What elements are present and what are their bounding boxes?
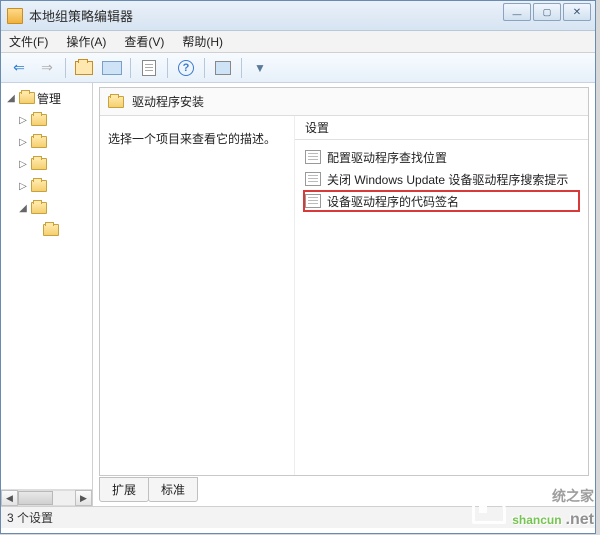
watermark: 统之家 shancun.net [472,496,594,529]
settings-column: 设置 配置驱动程序查找位置 关闭 Windows Update 设备驱动程序搜索… [295,116,588,475]
description-column: 选择一个项目来查看它的描述。 [100,116,295,475]
tree-node[interactable]: ▷ [5,109,92,131]
scrollbar-thumb[interactable] [18,491,53,505]
detail-title: 驱动程序安装 [132,93,204,110]
expand-icon[interactable]: ▷ [17,115,29,126]
folder-icon [31,136,47,148]
show-tree-button[interactable] [100,56,124,80]
separator [241,58,242,78]
setting-item[interactable]: 关闭 Windows Update 设备驱动程序搜索提示 [303,168,580,190]
scroll-left-button[interactable]: ◀ [1,490,18,506]
scrollbar-track[interactable] [18,490,75,506]
folder-icon [108,96,124,108]
app-icon [7,8,23,24]
minimize-button[interactable] [503,3,531,21]
folder-icon [75,61,93,75]
description-text: 选择一个项目来查看它的描述。 [108,132,276,146]
setting-item-highlighted[interactable]: 设备驱动程序的代码签名 [303,190,580,212]
setting-item[interactable]: 配置驱动程序查找位置 [303,146,580,168]
toolbar: ⇐ ⇒ ? ▼ [1,53,595,83]
properties-button[interactable] [211,56,235,80]
tree-pane: ◢ 管理 ▷ ▷ ▷ ▷ ◢ ◀ ▶ [1,83,93,506]
separator [167,58,168,78]
tab-standard[interactable]: 标准 [148,477,198,502]
menu-help[interactable]: 帮助(H) [178,31,227,52]
watermark-icon [472,496,506,524]
filter-button[interactable]: ▼ [248,56,272,80]
folder-icon [43,224,59,236]
policy-icon [305,194,321,208]
menu-action[interactable]: 操作(A) [62,31,110,52]
folder-icon [19,92,35,104]
detail-header: 驱动程序安装 [100,88,588,116]
window-title: 本地组策略编辑器 [29,6,133,25]
watermark-suffix: .net [566,511,594,529]
watermark-text: shancun [512,513,561,527]
setting-label: 关闭 Windows Update 设备驱动程序搜索提示 [327,171,568,188]
help-button[interactable]: ? [174,56,198,80]
back-button[interactable]: ⇐ [7,56,31,80]
panes-icon [102,61,122,75]
tree-node[interactable]: ▷ [5,175,92,197]
column-header-label: 设置 [305,119,329,136]
tree-node[interactable]: ▷ [5,131,92,153]
menubar: 文件(F) 操作(A) 查看(V) 帮助(H) [1,31,595,53]
expand-icon[interactable]: ▷ [17,181,29,192]
client-area: ◢ 管理 ▷ ▷ ▷ ▷ ◢ ◀ ▶ 驱动程序安装 [1,83,595,506]
separator [204,58,205,78]
watermark-cn: 统之家 [552,486,594,506]
separator [130,58,131,78]
window-controls [503,3,591,21]
view-tabs: 扩展 标准 [99,477,197,502]
policy-icon [305,150,321,164]
horizontal-scrollbar[interactable]: ◀ ▶ [1,489,92,506]
tree-node[interactable]: ▷ [5,153,92,175]
properties-icon [215,61,231,75]
collapse-icon[interactable]: ◢ [5,93,17,104]
arrow-left-icon: ⇐ [13,59,25,76]
filter-icon: ▼ [253,61,267,75]
expand-icon[interactable]: ▷ [17,137,29,148]
collapse-icon[interactable]: ◢ [17,203,29,214]
content-split: 选择一个项目来查看它的描述。 设置 配置驱动程序查找位置 [100,116,588,475]
scroll-right-button[interactable]: ▶ [75,490,92,506]
setting-label: 配置驱动程序查找位置 [327,149,447,166]
titlebar[interactable]: 本地组策略编辑器 [1,1,595,31]
folder-icon [31,114,47,126]
help-icon: ? [178,60,194,76]
maximize-button[interactable] [533,3,561,21]
folder-icon [31,180,47,192]
column-header[interactable]: 设置 [295,116,588,140]
detail-pane: 驱动程序安装 选择一个项目来查看它的描述。 设置 配置驱动程序查找位置 [93,83,595,506]
detail-inner: 驱动程序安装 选择一个项目来查看它的描述。 设置 配置驱动程序查找位置 [99,87,589,476]
menu-view[interactable]: 查看(V) [120,31,168,52]
setting-label: 设备驱动程序的代码签名 [327,193,459,210]
up-folder-button[interactable] [72,56,96,80]
policy-icon [305,172,321,186]
app-window: 本地组策略编辑器 文件(F) 操作(A) 查看(V) 帮助(H) ⇐ ⇒ ? ▼ [0,0,596,534]
folder-icon [31,202,47,214]
tree-root[interactable]: ◢ 管理 [5,87,92,109]
settings-list: 配置驱动程序查找位置 关闭 Windows Update 设备驱动程序搜索提示 … [295,140,588,218]
sheet-icon [142,60,156,76]
tree: ◢ 管理 ▷ ▷ ▷ ▷ ◢ [1,83,92,241]
expand-icon[interactable]: ▷ [17,159,29,170]
tab-extended[interactable]: 扩展 [99,477,149,502]
menu-file[interactable]: 文件(F) [5,31,52,52]
folder-icon [31,158,47,170]
close-button[interactable] [563,3,591,21]
forward-button: ⇒ [35,56,59,80]
export-button[interactable] [137,56,161,80]
status-text: 3 个设置 [7,509,53,526]
arrow-right-icon: ⇒ [41,59,53,76]
tree-node[interactable] [5,219,92,241]
tree-node[interactable]: ◢ [5,197,92,219]
separator [65,58,66,78]
tree-root-label: 管理 [37,90,61,107]
